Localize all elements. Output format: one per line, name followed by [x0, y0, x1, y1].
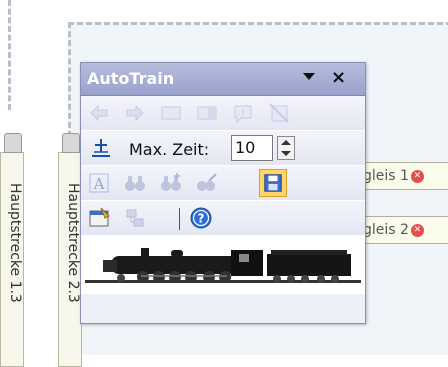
- toolbar-row-tools: ?: [81, 201, 365, 236]
- max-time-stepper[interactable]: [277, 136, 295, 160]
- panel-title: AutoTrain: [87, 69, 175, 88]
- help-icon[interactable]: ?: [189, 206, 213, 230]
- erase-icon[interactable]: [267, 101, 291, 125]
- autotrain-panel: AutoTrain × ! Max. Zeit: 10 A ?: [80, 62, 366, 324]
- gleis-label: gleis 1: [363, 168, 409, 184]
- properties-icon[interactable]: [87, 206, 111, 230]
- toolbar-row-search: A: [81, 166, 365, 201]
- error-icon: ✕: [410, 169, 424, 183]
- max-time-label: Max. Zeit:: [129, 140, 210, 159]
- track-hauptstrecke-2-3[interactable]: Hauptstrecke 2.3: [58, 133, 82, 367]
- arrow-left-icon[interactable]: [87, 101, 111, 125]
- track-hauptstrecke-1-3[interactable]: Hauptstrecke 1.3: [0, 133, 24, 367]
- chevron-up-icon[interactable]: [281, 140, 291, 145]
- add-track-icon[interactable]: [89, 136, 113, 160]
- track-label: Hauptstrecke 1.3: [7, 183, 23, 303]
- track-connector-icon: [4, 133, 22, 153]
- svg-text:!: !: [241, 108, 245, 119]
- gleis-label: gleis 2: [363, 222, 409, 238]
- svg-text:A: A: [93, 175, 105, 193]
- binoculars-edit-icon[interactable]: [195, 171, 219, 195]
- save-icon: [264, 174, 282, 192]
- signal-icon[interactable]: !: [231, 101, 255, 125]
- toolbar-row-navigation: !: [81, 96, 365, 131]
- block-icon[interactable]: [159, 101, 183, 125]
- save-button[interactable]: [259, 169, 287, 197]
- track-gleis-2[interactable]: gleis 2 ✕: [356, 216, 448, 244]
- train-preview: [81, 236, 365, 294]
- panel-titlebar[interactable]: AutoTrain ×: [81, 63, 365, 96]
- svg-text:?: ?: [198, 212, 205, 226]
- toolbar-row-time: Max. Zeit: 10: [81, 131, 365, 166]
- font-icon[interactable]: A: [87, 171, 111, 195]
- arrow-right-icon[interactable]: [123, 101, 147, 125]
- binoculars-plus-icon[interactable]: [159, 171, 183, 195]
- error-icon: ✕: [410, 223, 424, 237]
- max-time-input[interactable]: 10: [231, 135, 273, 161]
- close-icon[interactable]: ×: [331, 67, 346, 88]
- binoculars-icon[interactable]: [123, 171, 147, 195]
- locomotive-image: [85, 248, 361, 283]
- dashed-boundary-left: [8, 0, 11, 110]
- chevron-down-icon[interactable]: [281, 151, 291, 156]
- dropdown-arrow-icon[interactable]: [303, 73, 315, 80]
- track-label: Hauptstrecke 2.3: [65, 183, 81, 303]
- track-connector-icon: [62, 133, 80, 153]
- block-half-icon[interactable]: [195, 101, 219, 125]
- toolbar-separator: [179, 208, 180, 230]
- network-icon[interactable]: [123, 206, 147, 230]
- track-gleis-1[interactable]: gleis 1 ✕: [356, 162, 448, 190]
